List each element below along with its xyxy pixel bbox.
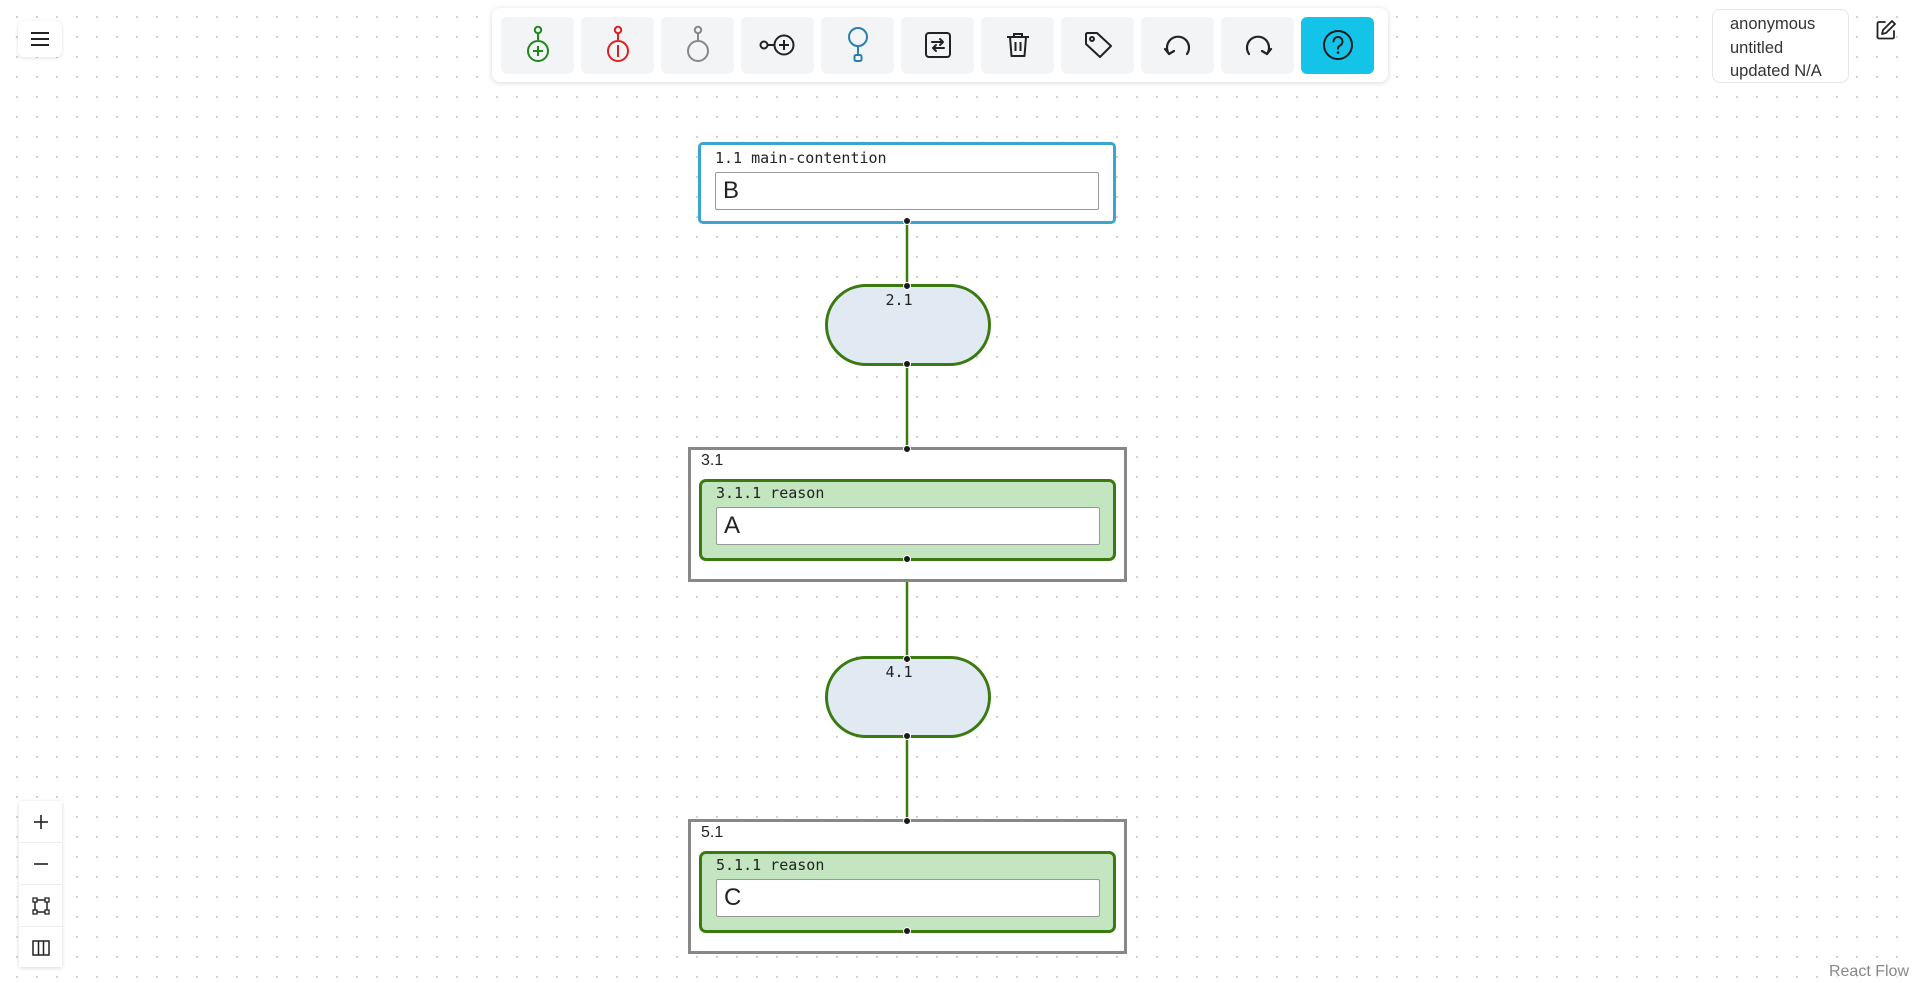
minimap-toggle-button[interactable] [19,927,62,968]
fit-view-button[interactable] [19,885,62,927]
handle-source-claim [903,217,911,225]
handle-source-3-1-1 [903,555,911,563]
handle-target-3-1 [903,445,911,453]
plus-icon [33,814,48,829]
react-flow-attribution[interactable]: React Flow [1826,963,1911,981]
handle-target-4-1 [903,655,911,663]
zoom-out-button[interactable] [19,843,62,885]
flow-controls [19,801,62,967]
handle-target-5-1 [903,817,911,825]
handles-layer [903,217,911,935]
handle-source-4-1 [903,732,911,740]
minus-icon [33,862,48,865]
handle-target-2-1 [903,282,911,290]
fit-view-icon [31,896,50,915]
map-icon [31,939,50,956]
handle-source-2-1 [903,360,911,368]
zoom-in-button[interactable] [19,801,62,843]
handle-source-5-1-1 [903,927,911,935]
